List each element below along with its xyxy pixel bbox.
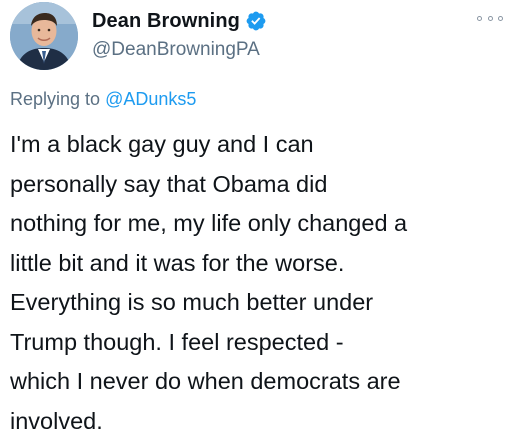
reply-to-handle-link[interactable]: @ADunks5 [105,89,196,109]
tweet-body: I'm a black gay guy and I can personally… [10,125,510,441]
more-dot [498,15,503,21]
tweet-text-line: involved. [10,407,103,434]
tweet-text-line: little bit and it was for the worse. [10,249,345,276]
author-name-row: Dean Browning [92,8,267,34]
more-dot [487,15,493,21]
replying-to-label: Replying to [10,89,101,109]
avatar-image [10,2,78,70]
tweet-text-line: nothing for me, my life only changed a [10,210,408,236]
more-dot [477,15,482,21]
author-handle[interactable]: @DeanBrowningPA [92,39,260,61]
tweet-text-line: I'm a black gay guy and I can [10,131,314,157]
tweet-card: Dean Browning @DeanBrowningPA Replying t… [0,0,512,447]
tweet-text-line: personally say that Obama did [10,170,328,197]
tweet-text-line: Everything is so much better under [10,289,374,315]
author-display-name[interactable]: Dean Browning [92,10,240,33]
verified-badge-icon [246,11,266,31]
author-avatar[interactable] [10,2,78,70]
replying-to-line: Replying to @ADunks5 [10,89,196,110]
tweet-text-line: Trump though. I feel respected - [10,328,344,355]
tweet-text-line: which I never do when democrats are [10,368,401,394]
more-options-icon[interactable] [477,11,503,25]
